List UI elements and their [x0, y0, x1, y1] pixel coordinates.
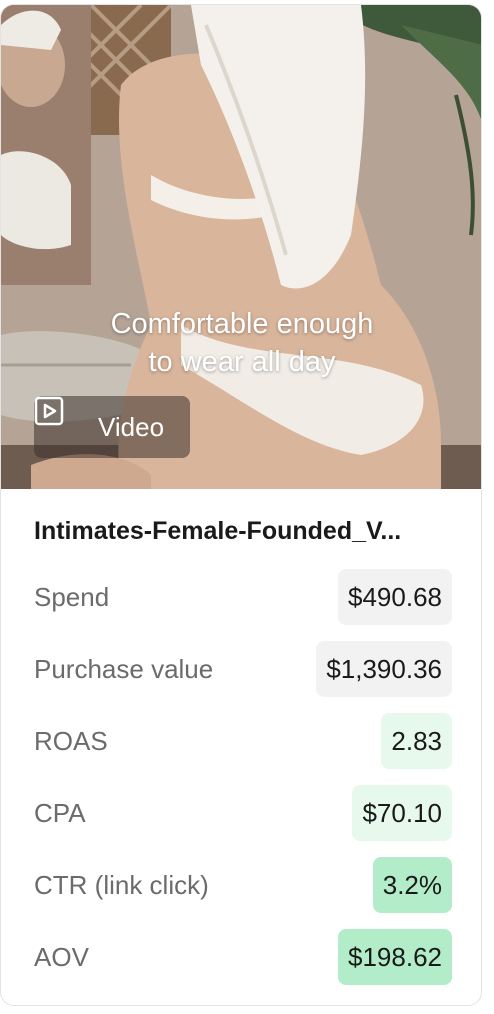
ad-thumbnail[interactable]: Comfortable enough to wear all day Video — [1, 5, 481, 489]
video-badge: Video — [34, 396, 190, 458]
metric-value: 2.83 — [381, 713, 452, 769]
metric-value: $490.68 — [338, 569, 452, 625]
ad-card[interactable]: Comfortable enough to wear all day Video… — [0, 4, 482, 1006]
metric-row-purchase-value: Purchase value $1,390.36 — [34, 641, 452, 697]
metric-row-aov: AOV $198.62 — [34, 929, 452, 985]
metric-value: 3.2% — [372, 857, 452, 913]
ad-caption: Comfortable enough to wear all day — [110, 308, 374, 378]
ad-title: Intimates-Female-Founded_V... — [34, 517, 402, 545]
metric-value: $70.10 — [352, 785, 452, 841]
metric-row-ctr: CTR (link click) 3.2% — [34, 857, 452, 913]
metric-row-cpa: CPA $70.10 — [34, 785, 452, 841]
metric-value: $198.62 — [338, 929, 452, 985]
metric-label: ROAS — [34, 725, 108, 756]
metric-label: Purchase value — [34, 653, 214, 684]
metric-label: AOV — [34, 941, 89, 972]
metric-row-spend: Spend $490.68 — [34, 569, 452, 625]
metrics-list: Spend $490.68 Purchase value $1,390.36 R… — [34, 569, 452, 1001]
metric-label: CTR (link click) — [34, 869, 209, 900]
video-badge-label: Video — [98, 411, 165, 442]
metric-label: Spend — [34, 581, 110, 612]
play-square-icon — [34, 396, 80, 442]
metric-value: $1,390.36 — [316, 641, 452, 697]
metric-row-roas: ROAS 2.83 — [34, 713, 452, 769]
metric-label: CPA — [34, 797, 86, 828]
